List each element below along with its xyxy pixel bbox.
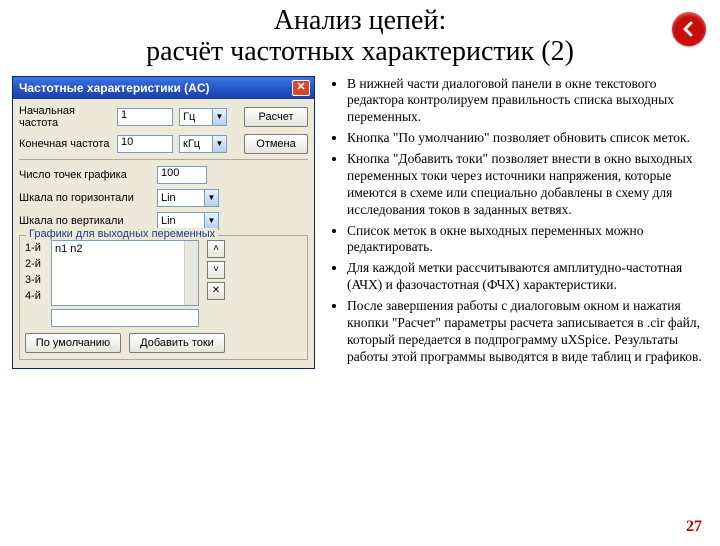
outputs-edit-input[interactable] xyxy=(51,309,199,327)
bullet-item: Список меток в окне выходных переменных … xyxy=(347,223,710,257)
end-freq-label: Конечная частота xyxy=(19,138,117,150)
bullet-list: В нижней части диалоговой панели в окне … xyxy=(329,76,710,366)
bullet-item: Кнопка "По умолчанию" позволяет обновить… xyxy=(347,130,710,147)
dialog-titlebar[interactable]: Частотные характеристики (AC) ✕ xyxy=(13,77,314,99)
end-freq-input[interactable]: 10 xyxy=(117,135,173,153)
outputs-list[interactable]: n1 n2 xyxy=(51,240,199,306)
bullet-item: После завершения работы с диалоговым окн… xyxy=(347,298,710,366)
defaults-button[interactable]: По умолчанию xyxy=(25,333,121,353)
chevron-down-icon: ▼ xyxy=(204,190,218,206)
points-label: Число точек графика xyxy=(19,169,157,181)
back-button[interactable] xyxy=(672,12,706,46)
start-freq-label: Начальная частота xyxy=(19,105,117,129)
page-number: 27 xyxy=(686,518,702,536)
dialog-title: Частотные характеристики (AC) xyxy=(19,81,292,95)
close-button[interactable]: ✕ xyxy=(292,80,310,96)
slide-title: Анализ цепей: расчёт частотных характери… xyxy=(40,6,680,68)
remove-button[interactable]: ✕ xyxy=(207,282,225,300)
chevron-down-icon: ▼ xyxy=(212,136,226,152)
bullet-item: В нижней части диалоговой панели в окне … xyxy=(347,76,710,127)
chevron-left-icon xyxy=(680,20,698,38)
move-down-button[interactable]: ˅ xyxy=(207,261,225,279)
bullet-item: Для каждой метки рассчитываются амплитуд… xyxy=(347,260,710,294)
move-up-button[interactable]: ˄ xyxy=(207,240,225,258)
points-input[interactable]: 100 xyxy=(157,166,207,184)
chevron-down-icon: ▼ xyxy=(212,109,226,125)
cancel-button[interactable]: Отмена xyxy=(244,134,308,154)
calc-button[interactable]: Расчет xyxy=(244,107,308,127)
scrollbar[interactable] xyxy=(184,241,198,305)
bullet-item: Кнопка "Добавить токи" позволяет внести … xyxy=(347,151,710,219)
chevron-down-icon: ▼ xyxy=(204,213,218,229)
groupbox-legend: Графики для выходных переменных xyxy=(26,228,218,240)
outputs-groupbox: Графики для выходных переменных 1-й 2-й … xyxy=(19,235,308,360)
xscale-label: Шкала по горизонтали xyxy=(19,192,157,204)
ac-dialog: Частотные характеристики (AC) ✕ Начальна… xyxy=(12,76,315,369)
axis-labels: 1-й 2-й 3-й 4-й xyxy=(25,240,47,327)
start-freq-input[interactable]: 1 xyxy=(117,108,173,126)
end-freq-unit[interactable]: кГц ▼ xyxy=(179,135,227,153)
start-freq-unit[interactable]: Гц ▼ xyxy=(179,108,227,126)
xscale-select[interactable]: Lin ▼ xyxy=(157,189,219,207)
yscale-label: Шкала по вертикали xyxy=(19,215,157,227)
add-currents-button[interactable]: Добавить токи xyxy=(129,333,225,353)
